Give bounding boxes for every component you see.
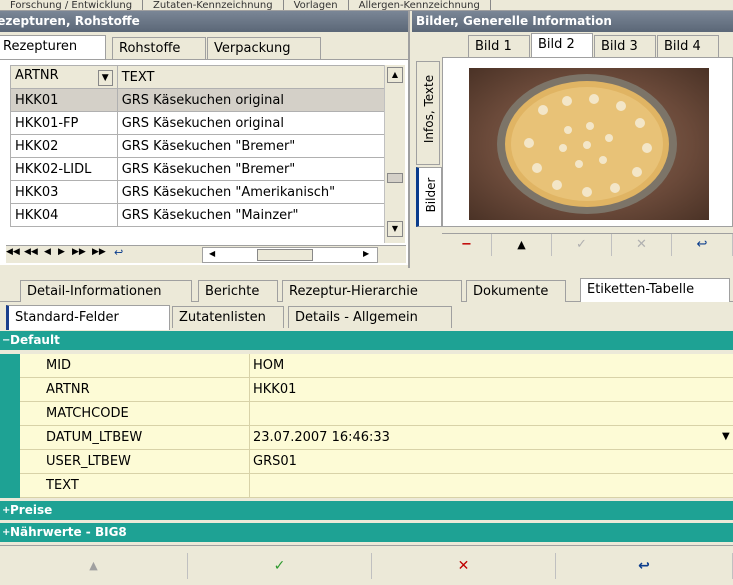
cake-image — [469, 68, 709, 220]
left-panel: Rezepturen, Rohstoffe Rezepturen Rohstof… — [0, 11, 410, 268]
property-row[interactable]: DATUM_LTBEW 23.07.2007 16:46:33 ▼ — [0, 426, 733, 450]
scroll-thumb[interactable] — [257, 249, 313, 261]
dropdown-arrow-icon[interactable]: ▼ — [722, 431, 730, 442]
remove-image-button[interactable]: − — [442, 234, 492, 256]
table-row[interactable]: HKK01 GRS Käsekuchen original — [10, 88, 391, 112]
record-navigator: ◀◀ ◀◀ ◀ ▶ ▶▶ ▶▶ ↩ ◀ ▶ — [6, 245, 406, 263]
table-row[interactable]: HKK02-LIDL GRS Käsekuchen "Bremer" — [10, 157, 391, 181]
scroll-thumb[interactable] — [387, 173, 403, 183]
tab-verpackung[interactable]: Verpackung — [207, 37, 321, 59]
nav-next-page-icon[interactable]: ▶▶ — [72, 247, 86, 257]
detail-tab-strip: Detail-Informationen Berichte Rezeptur-H… — [0, 277, 733, 302]
cake-photo — [497, 74, 677, 214]
property-row[interactable]: USER_LTBEW GRS01 — [0, 450, 733, 474]
image-frame — [442, 57, 733, 227]
property-name: MATCHCODE — [20, 402, 250, 425]
image-action-bar: − ▲ ✓ ✕ ↩ — [442, 233, 733, 257]
column-header-text[interactable]: TEXT — [116, 65, 391, 89]
refresh-button[interactable]: ↩ — [556, 553, 733, 579]
top-tab-strip[interactable]: Forschung / Entwicklung Zutaten-Kennzeich… — [0, 0, 733, 11]
tab-bild-3[interactable]: Bild 3 — [594, 35, 656, 57]
property-value[interactable]: 23.07.2007 16:46:33 — [251, 426, 390, 449]
tab-bild-4[interactable]: Bild 4 — [657, 35, 719, 57]
tab-standard-felder[interactable]: Standard-Felder — [6, 305, 170, 330]
nav-last-icon[interactable]: ▶▶ — [92, 247, 106, 257]
tab-etiketten-tabelle[interactable]: Etiketten-Tabelle — [580, 278, 730, 302]
right-panel: Bilder, Generelle Information Bild 1 Bil… — [412, 11, 733, 268]
category-naehrwerte[interactable]: + Nährwerte - BIG8 — [0, 523, 733, 542]
property-row[interactable]: MATCHCODE — [0, 402, 733, 426]
tab-details-allgemein[interactable]: Details - Allgemein — [288, 306, 452, 328]
tab-bild-2[interactable]: Bild 2 — [531, 33, 593, 57]
table-row[interactable]: HKK04 GRS Käsekuchen "Mainzer" — [10, 203, 391, 227]
vertical-tab-infos[interactable]: Infos, Texte — [416, 61, 440, 165]
move-up-button[interactable]: ▲ — [492, 234, 552, 256]
top-tab[interactable]: Forschung / Entwicklung — [0, 0, 144, 10]
property-row[interactable]: ARTNR HKK01 — [0, 378, 733, 402]
tab-berichte[interactable]: Berichte — [198, 280, 278, 302]
vertical-tab-bilder[interactable]: Bilder — [416, 167, 442, 227]
recipe-grid-area: ARTNR ▼ TEXT HKK01 GRS Käsekuchen original… — [0, 59, 408, 265]
property-name: DATUM_LTBEW — [20, 426, 250, 449]
property-value[interactable]: HKK01 — [251, 378, 296, 401]
column-header-artnr[interactable]: ARTNR ▼ — [10, 65, 118, 89]
property-row[interactable]: TEXT — [0, 474, 733, 498]
category-preise[interactable]: + Preise — [0, 501, 733, 520]
tab-detail-informationen[interactable]: Detail-Informationen — [20, 280, 192, 302]
top-tab[interactable]: Vorlagen — [283, 0, 349, 10]
tab-dokumente[interactable]: Dokumente — [466, 280, 566, 302]
collapse-icon[interactable]: − — [2, 331, 10, 350]
vertical-scrollbar[interactable]: ▲ ▼ — [384, 65, 405, 243]
tab-zutatenlisten[interactable]: Zutatenlisten — [172, 306, 284, 328]
expand-icon[interactable]: + — [2, 501, 10, 520]
sort-dropdown-icon[interactable]: ▼ — [97, 70, 113, 86]
nav-first-icon[interactable]: ◀◀ — [6, 247, 20, 257]
image-tab-strip: Bild 1 Bild 2 Bild 3 Bild 4 — [444, 33, 733, 57]
tab-rezeptur-hierarchie[interactable]: Rezeptur-Hierarchie — [282, 280, 462, 302]
table-row[interactable]: HKK03 GRS Käsekuchen "Amerikanisch" — [10, 180, 391, 204]
refresh-button[interactable]: ↩ — [672, 234, 733, 256]
table-row[interactable]: HKK02 GRS Käsekuchen "Bremer" — [10, 134, 391, 158]
tab-bild-1[interactable]: Bild 1 — [468, 35, 530, 57]
confirm-button[interactable]: ✓ — [552, 234, 612, 256]
property-row[interactable]: MID HOM — [0, 354, 733, 378]
sub-tab-strip: Standard-Felder Zutatenlisten Details - … — [0, 303, 733, 330]
nav-refresh-icon[interactable]: ↩ — [114, 246, 123, 259]
property-name: ARTNR — [20, 378, 250, 401]
move-up-button[interactable]: ▲ — [0, 553, 188, 579]
tab-rohstoffe[interactable]: Rohstoffe — [112, 37, 206, 59]
table-row[interactable]: HKK01-FP GRS Käsekuchen original — [10, 111, 391, 135]
nav-prev-icon[interactable]: ◀ — [44, 247, 51, 257]
scroll-up-icon[interactable]: ▲ — [387, 67, 403, 83]
left-tab-strip: Rezepturen Rohstoffe Verpackung — [0, 35, 408, 59]
property-value[interactable] — [251, 402, 253, 425]
top-tab[interactable]: Allergen-Kennzeichnung — [348, 0, 491, 10]
right-panel-title: Bilder, Generelle Information — [412, 11, 733, 32]
recipe-table: ARTNR ▼ TEXT HKK01 GRS Käsekuchen original… — [10, 65, 391, 227]
left-panel-title: Rezepturen, Rohstoffe — [0, 11, 408, 32]
scroll-left-icon[interactable]: ◀ — [209, 249, 215, 258]
category-default[interactable]: − Default — [0, 331, 733, 350]
cancel-button[interactable]: ✕ — [372, 553, 556, 579]
scroll-down-icon[interactable]: ▼ — [387, 221, 403, 237]
property-name: USER_LTBEW — [20, 450, 250, 473]
tab-rezepturen[interactable]: Rezepturen — [0, 35, 106, 59]
cancel-button[interactable]: ✕ — [612, 234, 672, 256]
nav-next-icon[interactable]: ▶ — [58, 247, 65, 257]
property-value[interactable] — [251, 474, 253, 497]
save-button[interactable]: ✓ — [188, 553, 372, 579]
horizontal-scrollbar[interactable]: ◀ ▶ — [202, 247, 378, 263]
property-name: TEXT — [20, 474, 250, 497]
property-value[interactable]: HOM — [251, 354, 284, 377]
table-header: ARTNR ▼ TEXT — [10, 65, 391, 89]
property-name: MID — [20, 354, 250, 377]
nav-prev-page-icon[interactable]: ◀◀ — [24, 247, 38, 257]
top-tab[interactable]: Zutaten-Kennzeichnung — [143, 0, 284, 10]
scroll-right-icon[interactable]: ▶ — [363, 249, 369, 258]
property-value[interactable]: GRS01 — [251, 450, 297, 473]
expand-icon[interactable]: + — [2, 523, 10, 542]
